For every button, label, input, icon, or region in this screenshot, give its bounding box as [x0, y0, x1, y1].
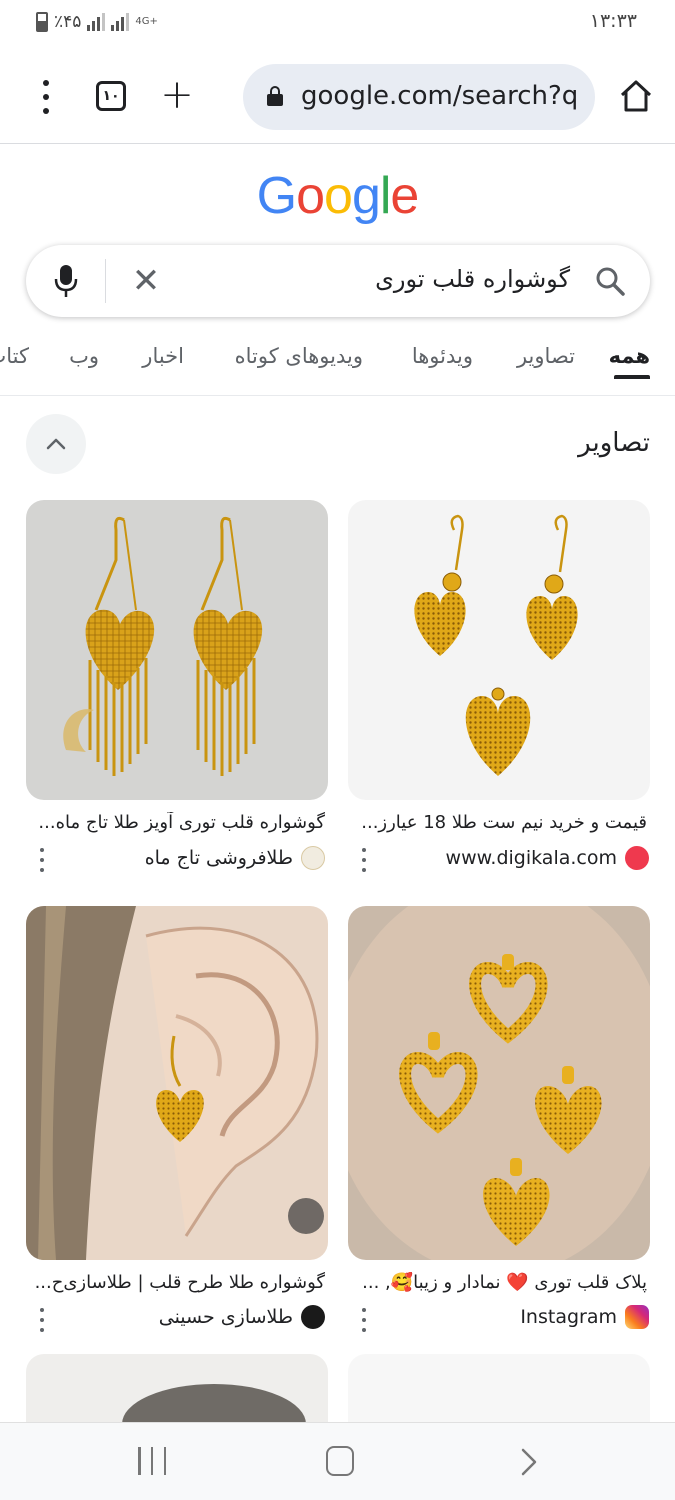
new-tab-icon[interactable]: +	[160, 75, 194, 116]
tab-web[interactable]: وب	[69, 344, 99, 368]
clear-icon[interactable]: ✕	[130, 264, 162, 298]
battery-icon	[36, 12, 48, 32]
tajmah-icon	[301, 846, 325, 870]
search-tabs: همه تصاویر ویدئوها ویدیوهای کوتاه اخبار …	[0, 330, 675, 396]
chevron-up-icon	[46, 438, 66, 450]
address-bar[interactable]: google.com/search?q	[243, 64, 595, 130]
result-source[interactable]: طلافروشی تاج ماه	[145, 846, 325, 870]
more-options-icon[interactable]	[354, 848, 374, 872]
gold-heart-set-image	[414, 514, 578, 776]
tab-switcher-button[interactable]: ۱۰	[96, 81, 126, 111]
search-input[interactable]: گوشواره قلب توری	[375, 265, 570, 293]
tab-videos[interactable]: ویدئوها	[412, 344, 473, 368]
tab-short-videos[interactable]: ویدیوهای کوتاه	[235, 344, 363, 368]
instagram-icon	[625, 1305, 649, 1329]
logo-letter: o	[324, 167, 353, 225]
search-icon[interactable]	[594, 265, 626, 297]
gold-heart-pendants-image	[348, 906, 650, 1260]
more-menu-icon[interactable]	[30, 80, 62, 114]
result-source[interactable]: www.digikala.com	[446, 846, 649, 870]
home-nav-icon[interactable]	[326, 1446, 354, 1476]
more-options-icon[interactable]	[32, 1308, 52, 1332]
search-divider	[105, 259, 106, 303]
system-nav-bar	[0, 1422, 675, 1500]
logo-letter: g	[351, 167, 381, 225]
signal-icon-2	[111, 13, 130, 31]
result-image-partial[interactable]	[348, 1354, 650, 1424]
url-text: google.com/search?q	[301, 81, 579, 111]
result-image-digikala[interactable]	[348, 500, 650, 800]
result-source[interactable]: Instagram	[520, 1305, 649, 1329]
images-section-title: تصاویر	[578, 428, 650, 458]
result-title[interactable]: گوشواره طلا طرح قلب | طلاسازی‌ح...	[29, 1272, 325, 1293]
result-title[interactable]: گوشواره قلب توری آویز طلا تاج ماه...	[29, 812, 325, 833]
source-name: طلاسازی حسینی	[158, 1306, 293, 1328]
result-image-partial[interactable]	[26, 1354, 328, 1424]
tab-images[interactable]: تصاویر	[517, 344, 575, 368]
battery-percent: ٪۴۵	[54, 12, 82, 32]
result-image-hosseini[interactable]	[26, 906, 328, 1260]
active-tab-indicator	[614, 375, 650, 379]
tab-count: ۱۰	[102, 88, 120, 104]
back-icon[interactable]	[512, 1445, 546, 1479]
partial-result-image	[122, 1384, 306, 1424]
tab-books[interactable]: کتاب	[0, 344, 29, 368]
lock-icon	[267, 86, 283, 106]
ear-wearing-gold-earring-image	[26, 906, 324, 1260]
status-bar: ٪۴۵ 4G+ ۱۳:۳۳	[0, 0, 675, 48]
more-options-icon[interactable]	[354, 1308, 374, 1332]
result-source[interactable]: طلاسازی حسینی	[159, 1305, 325, 1329]
recent-apps-icon[interactable]	[138, 1447, 166, 1475]
microphone-icon[interactable]	[52, 263, 80, 299]
collapse-button[interactable]	[26, 414, 86, 474]
more-options-icon[interactable]	[32, 848, 52, 872]
source-name: طلافروشی تاج ماه	[144, 847, 293, 869]
source-name: Instagram	[520, 1306, 617, 1328]
home-icon[interactable]	[618, 78, 654, 114]
clock: ۱۳:۳۳	[589, 10, 637, 32]
tab-all[interactable]: همه	[609, 344, 650, 368]
result-image-instagram[interactable]	[348, 906, 650, 1260]
result-title[interactable]: قیمت و خرید نیم ست طلا 18 عیارز...	[347, 812, 647, 833]
logo-letter: G	[256, 167, 297, 225]
search-box[interactable]: ✕ گوشواره قلب توری	[26, 245, 650, 317]
gold-dangle-earrings-image	[63, 516, 263, 776]
signal-icon	[87, 13, 106, 31]
logo-letter: o	[296, 167, 325, 225]
network-type: 4G+	[135, 16, 158, 27]
result-image-tajmah[interactable]	[26, 500, 328, 800]
result-title[interactable]: پلاک قلب توری ❤️ نمادار و زیبا🥰, ...	[347, 1272, 647, 1293]
source-name: www.digikala.com	[445, 847, 617, 869]
tab-news[interactable]: اخبار	[142, 344, 184, 368]
digikala-icon	[625, 846, 649, 870]
browser-toolbar: ۱۰ + google.com/search?q	[0, 48, 675, 144]
google-logo[interactable]: Google	[0, 166, 675, 226]
status-indicators: ٪۴۵ 4G+	[36, 12, 158, 32]
logo-letter: e	[390, 167, 419, 225]
logo-letter: l	[379, 167, 392, 225]
hosseini-icon	[301, 1305, 325, 1329]
